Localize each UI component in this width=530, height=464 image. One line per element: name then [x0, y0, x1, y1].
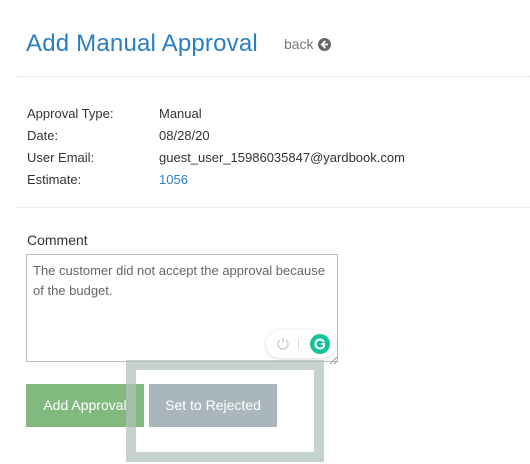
approval-details: Approval Type: Manual Date: 08/28/20 Use… [27, 102, 405, 190]
comment-label: Comment [27, 232, 88, 248]
power-icon[interactable] [276, 336, 290, 350]
detail-label: User Email: [27, 149, 95, 165]
details-divider [16, 207, 530, 208]
detail-value: Manual [159, 105, 202, 121]
set-rejected-button[interactable]: Set to Rejected [149, 384, 277, 427]
detail-row-user-email: User Email: guest_user_15986035847@yardb… [27, 146, 405, 168]
back-label: back [283, 36, 314, 52]
grammarly-separator [298, 338, 299, 350]
detail-row-estimate: Estimate: 1056 [27, 168, 405, 190]
detail-value: 08/28/20 [159, 127, 210, 143]
grammarly-icon[interactable] [310, 334, 330, 354]
detail-value: guest_user_15986035847@yardbook.com [159, 149, 405, 165]
estimate-link[interactable]: 1056 [159, 172, 188, 187]
detail-label: Approval Type: [27, 105, 114, 121]
detail-row-approval-type: Approval Type: Manual [27, 102, 405, 124]
back-arrow-icon [317, 37, 331, 51]
resize-handle-icon[interactable] [328, 352, 338, 365]
header-divider [16, 76, 530, 77]
back-link[interactable]: back [284, 36, 331, 52]
detail-label: Date: [27, 127, 59, 143]
add-approval-button[interactable]: Add Approval [26, 384, 144, 427]
page-header: Add Manual Approval back [26, 30, 331, 58]
page-title: Add Manual Approval [26, 30, 258, 57]
detail-label: Estimate: [27, 171, 82, 187]
detail-row-date: Date: 08/28/20 [27, 124, 405, 146]
grammarly-widget[interactable] [266, 330, 336, 358]
